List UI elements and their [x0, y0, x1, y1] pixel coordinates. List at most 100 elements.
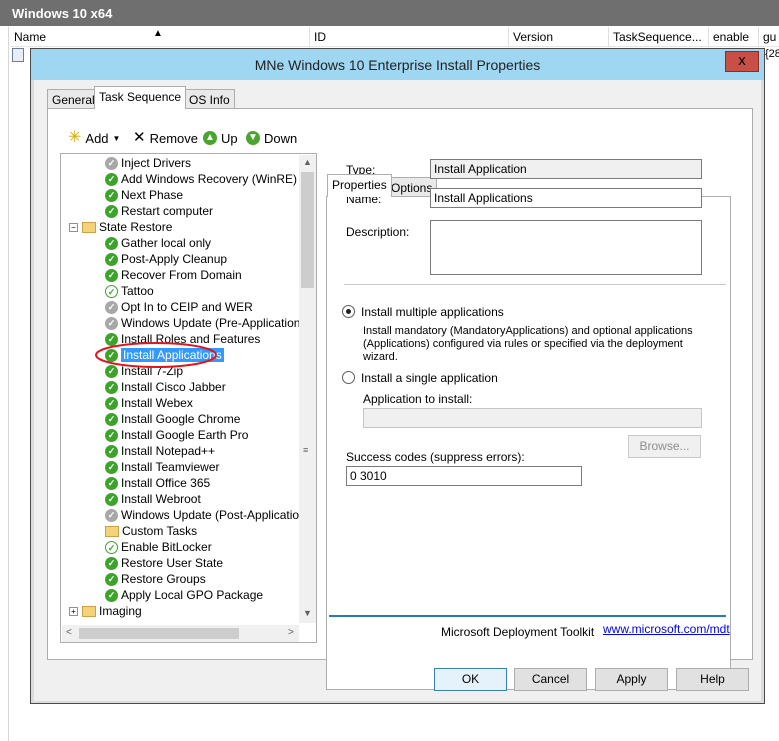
up-button[interactable]: ▲ Up — [203, 127, 238, 149]
tree-vertical-scrollbar[interactable]: ▲ ≡ ▼ — [299, 155, 316, 623]
ok-button[interactable]: OK — [434, 668, 507, 691]
check-icon: ✓ — [105, 412, 118, 426]
tree-item[interactable]: ✓ Install Office 365 — [105, 475, 210, 491]
add-button[interactable]: ✳ Add ▼ — [68, 127, 120, 149]
name-field[interactable]: Install Applications — [430, 188, 702, 208]
tree-item-label: State Restore — [99, 220, 173, 234]
tab-properties[interactable]: Properties — [327, 174, 392, 197]
scroll-thumb[interactable] — [301, 172, 314, 288]
task-sequence-tree[interactable]: ✓ Inject Drivers ✓ Add Windows Recovery (Wi… — [60, 153, 317, 643]
hscroll-thumb[interactable] — [79, 628, 239, 639]
tree-item[interactable]: ✓ Next Phase — [105, 187, 183, 203]
scroll-right-icon[interactable]: > — [288, 627, 294, 638]
install-multiple-description: Install mandatory (MandatoryApplications… — [363, 325, 693, 363]
tree-item[interactable]: ✓ Inject Drivers — [105, 155, 191, 171]
tree-item-label: Windows Update (Pre-Application Inst — [121, 316, 317, 330]
description-field[interactable] — [430, 220, 702, 275]
expand-icon[interactable]: + — [69, 606, 78, 616]
scroll-down-icon[interactable]: ▼ — [303, 608, 312, 618]
tree-item-label: Install Webex — [121, 396, 193, 410]
tab-task-sequence[interactable]: Task Sequence — [94, 86, 187, 109]
check-icon: ✓ — [105, 236, 118, 250]
tree-item[interactable]: + Imaging — [69, 603, 142, 619]
tree-item[interactable]: ✓ Install Notepad++ — [105, 443, 215, 459]
close-button[interactable]: x — [725, 51, 759, 72]
tree-item-label: Install Notepad++ — [121, 444, 216, 458]
collapse-icon[interactable]: − — [69, 222, 78, 232]
tree-item[interactable]: ✓ Install Webroot — [105, 491, 201, 507]
column-guid[interactable]: gu — [759, 27, 779, 47]
tree-item[interactable]: ✓ Restart computer — [105, 203, 213, 219]
check-icon: ✓ — [105, 540, 118, 554]
tree-item[interactable]: ✓ Add Windows Recovery (WinRE) — [105, 171, 297, 187]
window-title: Windows 10 x64 — [0, 0, 779, 26]
sort-ascending-icon: ▲ — [153, 28, 163, 39]
check-icon: ✓ — [105, 188, 118, 202]
tree-item[interactable]: ✓ Apply Local GPO Package — [105, 587, 263, 603]
tree-item-label: Custom Tasks — [122, 524, 198, 538]
tree-item[interactable]: ✓ Install Webex — [105, 395, 193, 411]
tree-item-label: Install Google Earth Pro — [121, 428, 249, 442]
disabled-check-icon: ✓ — [105, 300, 118, 314]
check-icon: ✓ — [105, 556, 118, 570]
scroll-left-icon[interactable]: < — [66, 627, 72, 638]
tab-general[interactable]: General — [47, 89, 100, 109]
column-id[interactable]: ID — [310, 27, 509, 47]
check-icon: ✓ — [105, 172, 118, 186]
tree-item[interactable]: ✓ Install Google Chrome — [105, 411, 240, 427]
check-icon: ✓ — [105, 476, 118, 490]
close-icon: x — [738, 52, 746, 69]
toolkit-label: Microsoft Deployment Toolkit — [441, 625, 595, 639]
tree-item[interactable]: ✓ Windows Update (Pre-Application Inst — [105, 315, 317, 331]
mdt-link[interactable]: www.microsoft.com/mdt — [603, 622, 730, 636]
check-icon: ✓ — [105, 204, 118, 218]
down-button[interactable]: ▼ Down — [246, 127, 297, 149]
tree-item[interactable]: ✓ Install Cisco Jabber — [105, 379, 226, 395]
help-button[interactable]: Help — [676, 668, 749, 691]
tree-item[interactable]: ✓ Install Teamviewer — [105, 459, 219, 475]
tree-item[interactable]: ✓ Restore User State — [105, 555, 223, 571]
scroll-grip-icon: ≡ — [303, 445, 309, 455]
tree-item[interactable]: ✓ Recover From Domain — [105, 267, 242, 283]
column-name[interactable]: Name ▲ — [10, 27, 310, 47]
tree-item[interactable]: Custom Tasks — [105, 523, 197, 539]
tree-toolbar: ✳ Add ▼ ✕ Remove ▲ Up ▼ Down — [68, 127, 328, 149]
apply-button[interactable]: Apply — [595, 668, 668, 691]
scroll-up-icon[interactable]: ▲ — [303, 157, 312, 167]
install-single-radio[interactable] — [342, 371, 355, 384]
check-icon: ✓ — [105, 396, 118, 410]
up-label: Up — [221, 130, 238, 146]
arrow-down-icon: ▼ — [246, 131, 260, 145]
disabled-check-icon: ✓ — [105, 156, 118, 170]
app-to-install-label: Application to install: — [363, 392, 473, 406]
dialog-titlebar[interactable]: MNe Windows 10 Enterprise Install Proper… — [31, 49, 764, 80]
tree-item[interactable]: ✓ Tattoo — [105, 283, 154, 299]
tree-item[interactable]: ✓ Gather local only — [105, 235, 211, 251]
tree-horizontal-scrollbar[interactable]: < > — [62, 625, 299, 642]
tree-item[interactable]: − State Restore — [69, 219, 172, 235]
disabled-check-icon: ✓ — [105, 508, 118, 522]
column-version[interactable]: Version — [509, 27, 609, 47]
tree-item[interactable]: ✓ Install Google Earth Pro — [105, 427, 248, 443]
tree-item-label: Install Cisco Jabber — [121, 380, 226, 394]
tree-item-label: Tattoo — [121, 284, 154, 298]
check-icon: ✓ — [105, 444, 118, 458]
add-label: Add — [85, 130, 109, 146]
tab-os-info[interactable]: OS Info — [184, 89, 235, 109]
install-multiple-radio[interactable] — [342, 305, 355, 318]
tree-item[interactable]: ✓ Restore Groups — [105, 571, 206, 587]
tree-item-label: Inject Drivers — [121, 156, 192, 170]
column-tasksequence[interactable]: TaskSequence... — [609, 27, 709, 47]
tree-item-label: Windows Update (Post-Application Ins — [121, 508, 317, 522]
tree-item[interactable]: ✓ Post-Apply Cleanup — [105, 251, 227, 267]
cancel-button[interactable]: Cancel — [514, 668, 587, 691]
tree-item[interactable]: ✓ Windows Update (Post-Application Ins — [105, 507, 317, 523]
tree-item[interactable]: ✓ Enable BitLocker — [105, 539, 212, 555]
tree-item-label: Enable BitLocker — [121, 540, 212, 554]
column-enable[interactable]: enable — [709, 27, 759, 47]
browse-button[interactable]: Browse... — [628, 435, 701, 458]
success-codes-field[interactable]: 0 3010 — [346, 466, 582, 486]
remove-button[interactable]: ✕ Remove — [133, 127, 198, 149]
check-icon: ✓ — [105, 492, 118, 506]
tree-item[interactable]: ✓ Opt In to CEIP and WER — [105, 299, 253, 315]
